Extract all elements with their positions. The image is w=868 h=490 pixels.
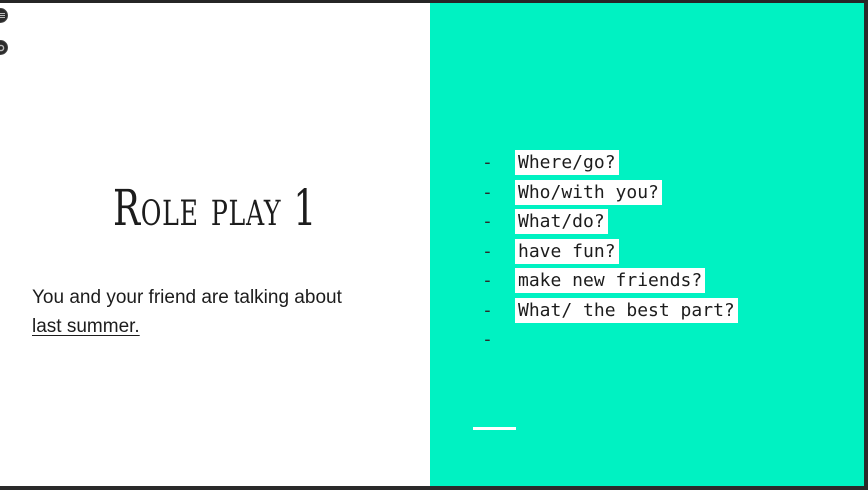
question-text: make new friends? <box>515 268 706 294</box>
slide-right-panel: - Where/go? - Who/with you? - What/do? - hav… <box>430 3 864 486</box>
dash-bullet: - <box>482 181 493 203</box>
question-list: - Where/go? - Who/with you? - What/do? - hav… <box>482 148 738 355</box>
question-text: have fun? <box>515 238 619 264</box>
list-item: - <box>482 325 738 355</box>
list-item: - Who/with you? <box>482 178 738 208</box>
decorative-line <box>473 427 516 430</box>
slide: Role play 1 You and your friend are talk… <box>0 3 864 486</box>
list-item: - make new friends? <box>482 266 738 296</box>
question-text: What/do? <box>515 209 608 235</box>
list-item: - What/do? <box>482 207 738 237</box>
question-text: What/ the best part? <box>515 297 738 323</box>
question-text: Who/with you? <box>515 179 662 205</box>
slide-left-panel: Role play 1 You and your friend are talk… <box>0 3 430 486</box>
body-underlined-text: last summer. <box>32 316 140 337</box>
body-text: You and your friend are talking about <box>32 287 342 308</box>
dash-bullet: - <box>482 240 493 262</box>
slide-body: You and your friend are talking about la… <box>32 283 412 341</box>
dash-bullet: - <box>482 152 493 174</box>
list-item: - Where/go? <box>482 148 738 178</box>
presentation-viewer: Role play 1 You and your friend are talk… <box>0 0 868 490</box>
dash-bullet: - <box>482 299 493 321</box>
dash-bullet: - <box>482 329 493 351</box>
dash-bullet: - <box>482 270 493 292</box>
list-item: - What/ the best part? <box>482 296 738 326</box>
dash-bullet: - <box>482 211 493 233</box>
slide-title: Role play 1 <box>112 179 318 237</box>
question-text: Where/go? <box>515 150 619 176</box>
list-item: - have fun? <box>482 237 738 267</box>
